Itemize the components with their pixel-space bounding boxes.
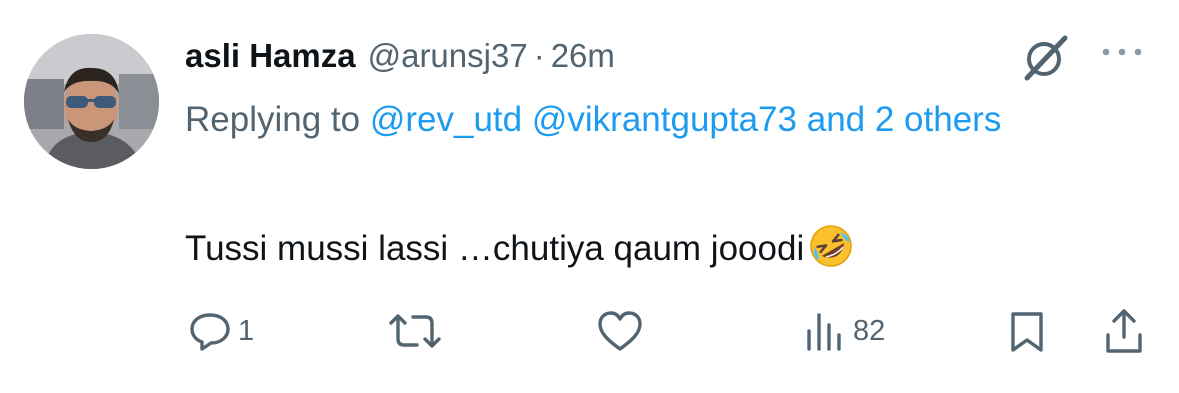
- more-options-icon[interactable]: [1098, 40, 1146, 64]
- reply-icon: [190, 313, 230, 351]
- replying-to-label: Replying to: [185, 100, 361, 139]
- like-button[interactable]: [596, 306, 644, 356]
- reply-button[interactable]: 1: [188, 306, 254, 356]
- bookmark-icon: [1011, 312, 1043, 352]
- share-button[interactable]: [1102, 306, 1146, 356]
- tweet-text: Tussi mussi lassi …chutiya qaum jooodi: [185, 221, 856, 277]
- and-others-link[interactable]: and 2 others: [807, 100, 1002, 139]
- views-count: 82: [853, 314, 886, 347]
- timestamp[interactable]: 26m: [551, 37, 615, 75]
- rolling-on-floor-laughing-icon: [806, 223, 856, 269]
- grok-icon[interactable]: [1017, 30, 1073, 86]
- retweet-button[interactable]: [387, 306, 443, 356]
- avatar[interactable]: [24, 34, 159, 169]
- tweet-body: Tussi mussi lassi …chutiya qaum jooodi: [185, 229, 805, 268]
- separator-dot: ·: [533, 37, 545, 74]
- views-button[interactable]: 82: [803, 306, 885, 356]
- share-icon: [1106, 309, 1142, 353]
- user-handle[interactable]: @arunsj37: [368, 37, 528, 75]
- tweet-header: asli Hamza @arunsj37 · 26m: [185, 32, 615, 80]
- retweet-icon: [389, 314, 441, 348]
- bookmark-button[interactable]: [1007, 306, 1047, 356]
- heart-icon: [598, 311, 642, 351]
- reply-count: 1: [238, 314, 255, 347]
- views-bar-chart-icon: [807, 313, 841, 351]
- replying-to: Replying to @rev_utd @vikrantgupta73 and…: [185, 88, 1115, 152]
- mention-rev-utd[interactable]: @rev_utd: [370, 100, 522, 139]
- display-name[interactable]: asli Hamza: [185, 37, 356, 75]
- mention-vikrantgupta73[interactable]: @vikrantgupta73: [532, 100, 797, 139]
